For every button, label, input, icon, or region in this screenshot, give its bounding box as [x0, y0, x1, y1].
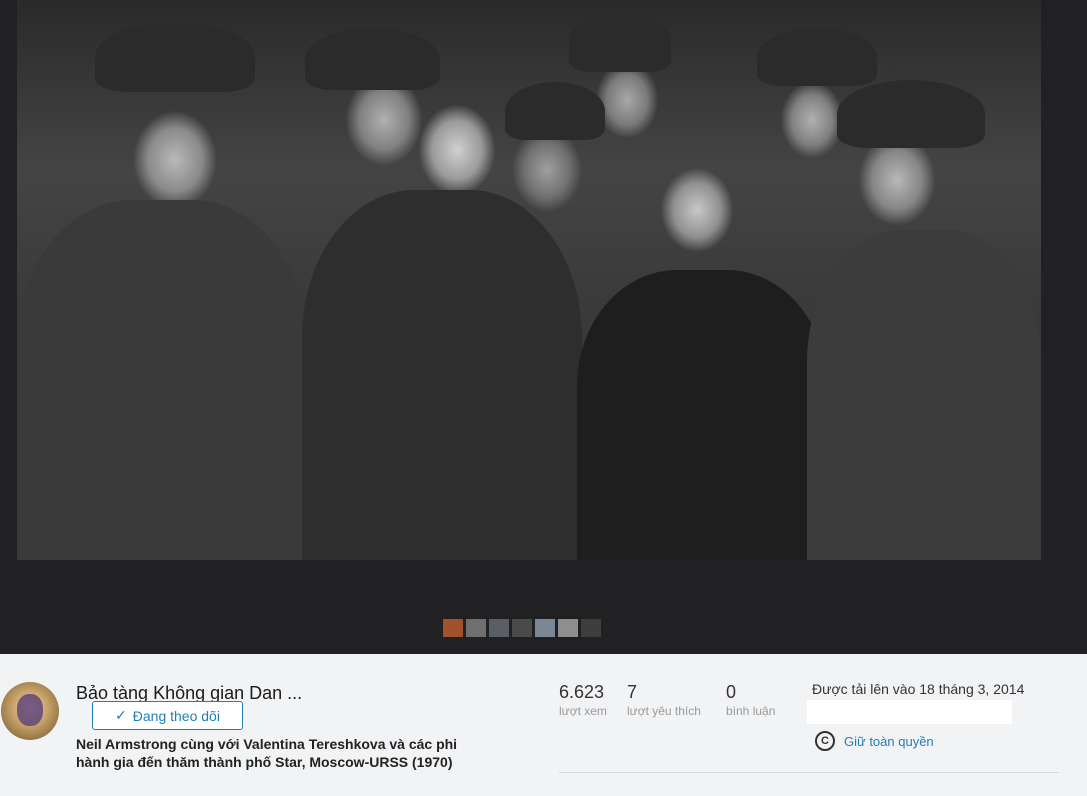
upload-date: Được tải lên vào 18 tháng 3, 2014 — [812, 681, 1025, 697]
figure-left-officer — [17, 200, 307, 560]
comments-stat[interactable]: 0 bình luận — [726, 682, 775, 718]
faves-stat[interactable]: 7 lượt yêu thích — [627, 682, 701, 718]
views-label: lượt xem — [559, 704, 607, 718]
checkmark-icon: ✓ — [115, 707, 127, 723]
thumbnail-4[interactable] — [512, 619, 532, 637]
thumbnail-3[interactable] — [489, 619, 509, 637]
views-count: 6.623 — [559, 682, 605, 702]
comments-label: bình luận — [726, 704, 776, 718]
license-link[interactable]: C Giữ toàn quyền — [815, 731, 934, 751]
cap-6 — [837, 80, 985, 148]
cap-5 — [757, 28, 877, 86]
faves-count: 7 — [627, 682, 638, 702]
following-label: Đang theo dõi — [132, 707, 220, 724]
blank-field — [807, 700, 1012, 724]
main-photo[interactable] — [17, 0, 1041, 560]
thumbnail-1[interactable] — [443, 619, 463, 637]
thumbnail-6[interactable] — [558, 619, 578, 637]
views-stat: 6.623 lượt xem — [559, 682, 607, 718]
cap-4 — [505, 82, 605, 140]
thumbnail-5[interactable] — [535, 619, 555, 637]
photo-viewer — [0, 0, 1087, 654]
license-label: Giữ toàn quyền — [844, 733, 934, 749]
cap-3 — [569, 12, 671, 72]
following-button[interactable]: ✓ Đang theo dõi — [92, 701, 243, 730]
figure-right-officer — [807, 230, 1041, 560]
cc-icon: C — [815, 731, 835, 751]
author-avatar[interactable] — [1, 682, 59, 740]
figure-tereshkova — [577, 270, 827, 560]
comments-count: 0 — [726, 682, 737, 702]
figure-armstrong — [302, 190, 582, 560]
faves-label: lượt yêu thích — [627, 704, 701, 718]
cap-2 — [305, 28, 440, 90]
photo-title: Neil Armstrong cùng với Valentina Teresh… — [76, 736, 458, 770]
divider — [559, 772, 1059, 773]
avatar-emblem-icon — [17, 694, 43, 726]
thumbnail-7[interactable] — [581, 619, 601, 637]
cap-1 — [95, 22, 255, 92]
thumbnail-2[interactable] — [466, 619, 486, 637]
photostream-thumbnails — [443, 619, 601, 637]
